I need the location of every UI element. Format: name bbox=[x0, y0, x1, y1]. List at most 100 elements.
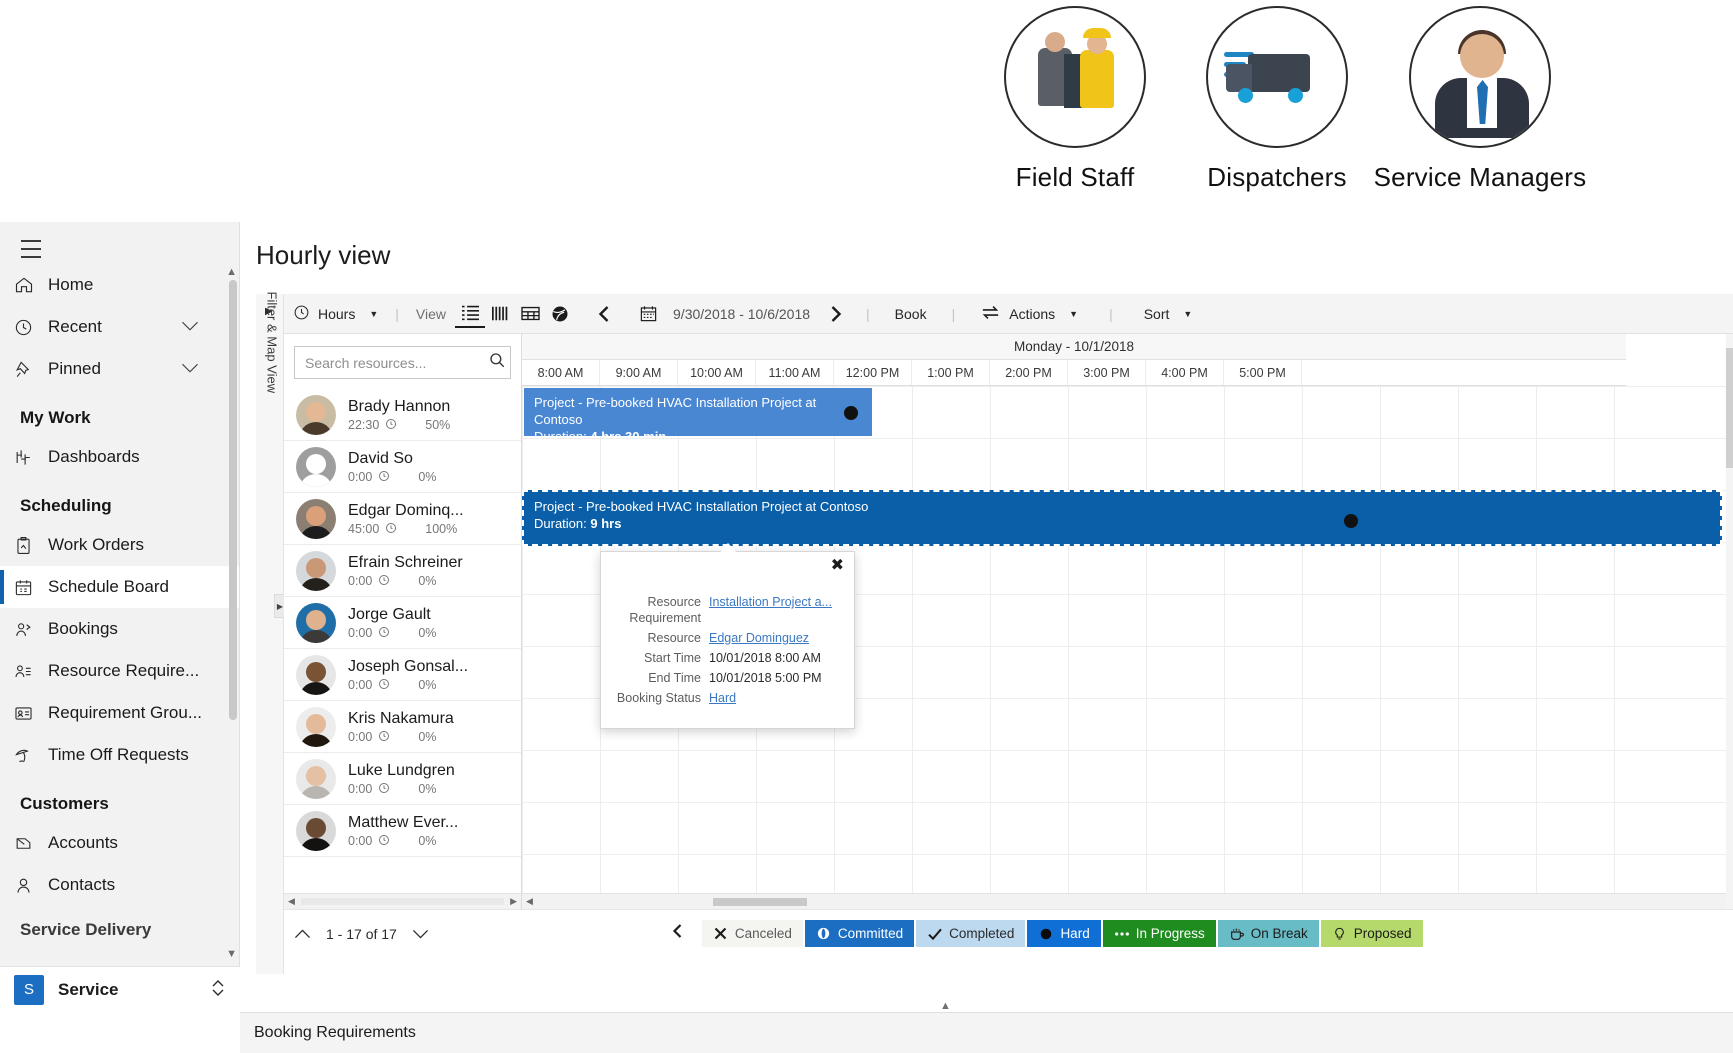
grid-view-icon[interactable] bbox=[515, 300, 545, 328]
schedule-hscrollbar[interactable]: ◀ bbox=[522, 893, 1733, 909]
date-range-label[interactable]: 9/30/2018 - 10/6/2018 bbox=[663, 306, 820, 322]
scroll-thumb[interactable] bbox=[712, 897, 807, 906]
grid-vline bbox=[1380, 386, 1381, 893]
page-down-button[interactable] bbox=[403, 928, 439, 940]
chevron-down-icon[interactable]: ▼ bbox=[1069, 309, 1078, 319]
sidebar-item-resource-requirements[interactable]: Resource Require... bbox=[0, 650, 239, 692]
avatar bbox=[296, 498, 336, 539]
booking-block[interactable]: Project - Pre-booked HVAC Installation P… bbox=[524, 388, 872, 436]
resource-row[interactable]: Luke Lundgren 0:00 0% bbox=[284, 753, 521, 805]
scroll-left-arrow-icon[interactable]: ◀ bbox=[526, 896, 533, 907]
check-icon bbox=[927, 926, 943, 942]
scroll-left-arrow-icon[interactable]: ◀ bbox=[288, 896, 295, 907]
legend-item[interactable]: Hard bbox=[1027, 920, 1101, 947]
booking-details-popup[interactable]: ✖ Resource Requirement Installation Proje… bbox=[600, 543, 855, 729]
sidebar-item-requirement-groups[interactable]: Requirement Grou... bbox=[0, 692, 239, 734]
next-period-button[interactable] bbox=[820, 300, 850, 328]
grid-hline bbox=[522, 438, 1733, 439]
list-view-icon[interactable] bbox=[455, 300, 486, 328]
sidebar-item-bookings[interactable]: Bookings bbox=[0, 608, 239, 650]
booking-block[interactable]: Project - Pre-booked HVAC Installation P… bbox=[522, 490, 1722, 546]
filter-map-view-rail[interactable]: ▶ Filter & Map View bbox=[256, 292, 284, 974]
legend-item[interactable]: On Break bbox=[1217, 920, 1319, 947]
resource-row[interactable]: Edgar Dominq... 45:00 100% bbox=[284, 493, 521, 545]
chevron-down-icon[interactable] bbox=[181, 317, 199, 337]
resource-panel-hscrollbar[interactable]: ◀ ▶ bbox=[284, 893, 521, 909]
chevron-down-icon[interactable]: ▼ bbox=[369, 309, 378, 319]
resource-row[interactable]: Joseph Gonsal... 0:00 0% bbox=[284, 649, 521, 701]
legend-item[interactable]: Proposed bbox=[1320, 920, 1423, 947]
previous-period-button[interactable] bbox=[589, 300, 619, 328]
popup-field-value[interactable]: Installation Project a... bbox=[709, 594, 832, 626]
chevron-down-icon[interactable] bbox=[181, 359, 199, 379]
sidebar-item-contacts[interactable]: Contacts bbox=[0, 864, 239, 906]
scroll-thumb[interactable] bbox=[1726, 348, 1733, 468]
legend-item[interactable]: Canceled bbox=[701, 920, 803, 947]
hour-cell: 8:00 AM bbox=[522, 360, 600, 385]
search-resources-box[interactable] bbox=[294, 346, 511, 379]
popup-field-value[interactable]: Edgar Dominguez bbox=[709, 630, 809, 646]
persona-service-managers[interactable]: Service Managers bbox=[1360, 6, 1600, 193]
sidebar-item-dashboards[interactable]: Dashboards bbox=[0, 436, 239, 478]
hamburger-icon[interactable] bbox=[14, 234, 48, 264]
legend-label: Hard bbox=[1060, 926, 1090, 941]
book-button[interactable]: Book bbox=[886, 294, 936, 334]
app-switcher[interactable]: S Service bbox=[0, 966, 240, 1012]
chevron-updown-icon[interactable] bbox=[210, 977, 226, 1003]
sidebar-item-recent[interactable]: Recent bbox=[0, 306, 239, 348]
sidebar-item-work-orders[interactable]: Work Orders bbox=[0, 524, 239, 566]
hour-cell: 11:00 AM bbox=[756, 360, 834, 385]
resource-row[interactable]: Kris Nakamura 0:00 0% bbox=[284, 701, 521, 753]
sidebar-item-accounts[interactable]: Accounts bbox=[0, 822, 239, 864]
resource-row[interactable]: Jorge Gault 0:00 0% bbox=[284, 597, 521, 649]
legend-item[interactable]: In Progress bbox=[1102, 920, 1216, 947]
search-icon[interactable] bbox=[488, 351, 506, 374]
actions-menu[interactable]: Actions ▼ bbox=[971, 294, 1087, 334]
avatar bbox=[296, 446, 336, 487]
scroll-thumb[interactable] bbox=[300, 898, 505, 905]
avatar bbox=[296, 602, 336, 643]
search-input[interactable] bbox=[303, 353, 488, 372]
grid-vline bbox=[990, 386, 991, 893]
resource-meta: Efrain Schreiner 0:00 0% bbox=[348, 553, 463, 589]
sidebar-item-home[interactable]: Home bbox=[0, 264, 239, 306]
legend-item[interactable]: Completed bbox=[916, 920, 1026, 947]
hours-selector[interactable]: Hours ▼ bbox=[284, 294, 387, 334]
popup-body: Resource Requirement Installation Project… bbox=[601, 552, 854, 708]
chevron-down-icon[interactable]: ▼ bbox=[1183, 309, 1192, 319]
scroll-right-arrow-icon[interactable]: ▶ bbox=[510, 896, 517, 907]
sidebar-item-label: Recent bbox=[48, 317, 102, 336]
field-staff-icon bbox=[1004, 6, 1146, 148]
sidebar-item-pinned[interactable]: Pinned bbox=[0, 348, 239, 390]
resource-row[interactable]: David So 0:00 0% bbox=[284, 441, 521, 493]
sidebar-scrollbar-thumb[interactable] bbox=[229, 280, 237, 720]
hour-cell: 3:00 PM bbox=[1068, 360, 1146, 385]
resource-row[interactable]: Matthew Ever... 0:00 0% bbox=[284, 805, 521, 857]
legend-prev-icon[interactable] bbox=[671, 923, 684, 944]
map-globe-view-icon[interactable] bbox=[545, 300, 575, 328]
resource-row[interactable]: Brady Hannon 22:30 50% bbox=[284, 389, 521, 441]
booking-duration-value: 9 hrs bbox=[590, 516, 622, 531]
resource-hours: 0:00 bbox=[348, 470, 373, 484]
grid-vline bbox=[912, 386, 913, 893]
calendar-icon bbox=[14, 578, 48, 597]
sort-menu[interactable]: Sort ▼ bbox=[1135, 294, 1202, 334]
schedule-vscrollbar[interactable] bbox=[1726, 334, 1733, 909]
calendar-icon[interactable] bbox=[633, 300, 663, 328]
close-icon[interactable]: ✖ bbox=[831, 558, 844, 574]
caret-up-icon[interactable]: ▲ bbox=[940, 1000, 951, 1012]
popup-field-value[interactable]: Hard bbox=[709, 690, 736, 706]
vertical-bars-view-icon[interactable] bbox=[485, 300, 515, 328]
scroll-down-arrow-icon[interactable]: ▼ bbox=[226, 948, 237, 960]
resource-utilization: 0% bbox=[418, 470, 437, 484]
legend-item[interactable]: Committed bbox=[804, 920, 915, 947]
statusbar-label: Booking Requirements bbox=[254, 1024, 416, 1041]
sidebar-item-time-off-requests[interactable]: Time Off Requests bbox=[0, 734, 239, 776]
resource-row[interactable]: Efrain Schreiner 0:00 0% bbox=[284, 545, 521, 597]
sidebar-item-schedule-board[interactable]: Schedule Board bbox=[0, 566, 239, 608]
hour-cell: 4:00 PM bbox=[1146, 360, 1224, 385]
schedule-board: ▶ Filter & Map View ▶ Hours ▼ | View 9/3… bbox=[256, 292, 1733, 1012]
page-up-button[interactable] bbox=[284, 928, 320, 940]
hour-cell: 1:00 PM bbox=[912, 360, 990, 385]
grid-vline bbox=[1224, 386, 1225, 893]
